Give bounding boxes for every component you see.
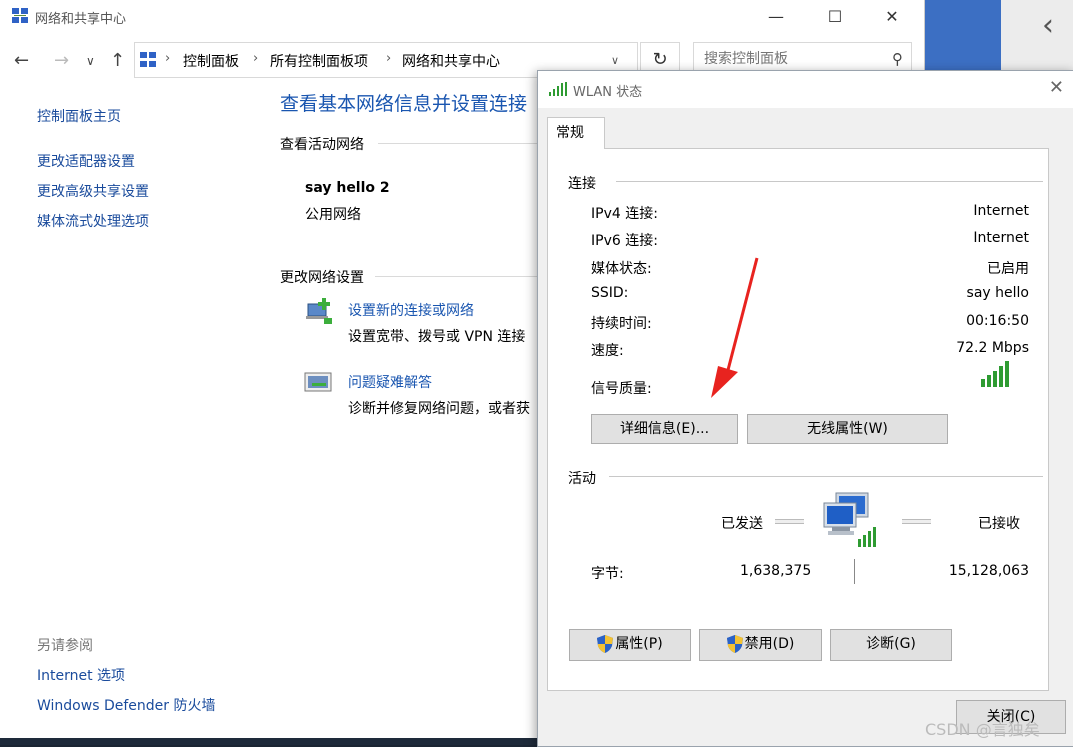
annotation-arrow-icon [711,257,759,398]
tab-general[interactable]: 常规 [547,117,605,149]
watermark: CSDN @言独矣 [925,720,1040,739]
